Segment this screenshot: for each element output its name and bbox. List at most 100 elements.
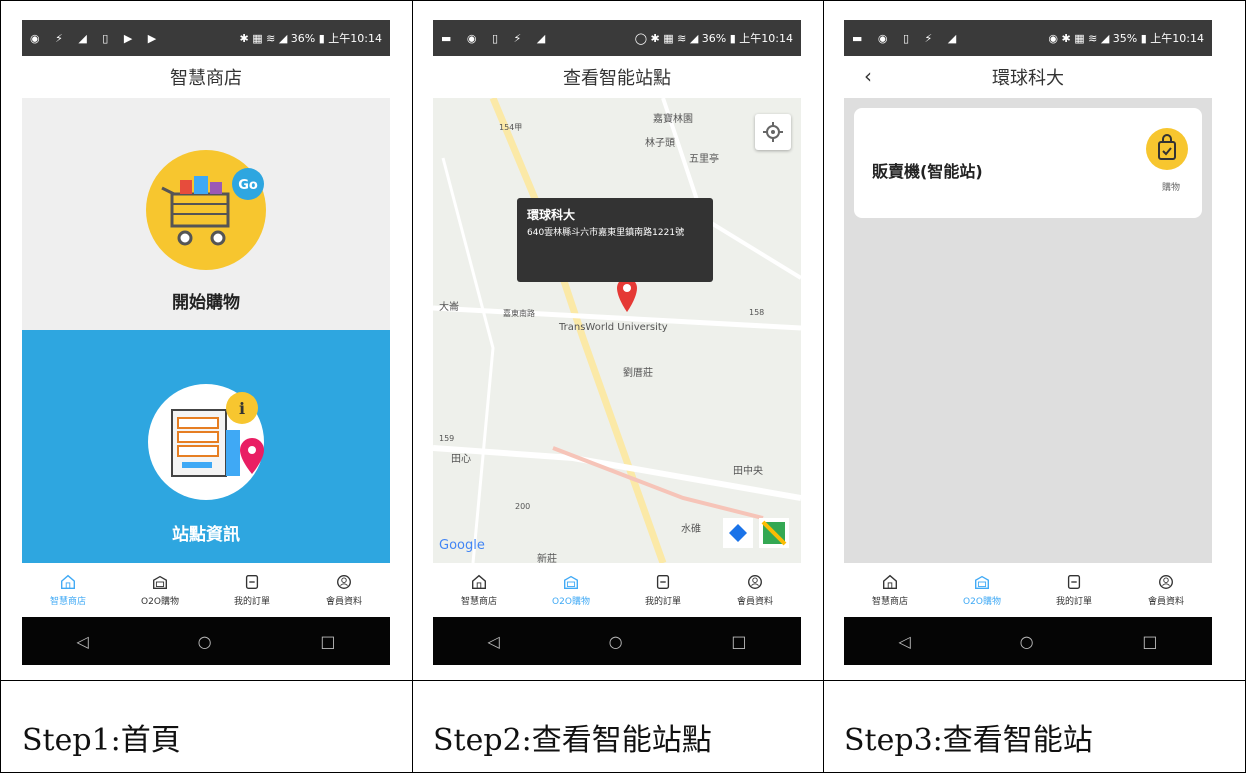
tab-label: 會員資料 xyxy=(325,597,362,607)
map-label: 嘉東南路 xyxy=(503,309,535,318)
card-title: 販賣機(智能站) xyxy=(872,162,983,181)
table-divider-1 xyxy=(412,0,413,773)
user-icon xyxy=(337,575,351,589)
home-nav-button[interactable]: ○ xyxy=(1020,632,1034,651)
order-icon xyxy=(245,575,259,589)
home-nav-button[interactable]: ○ xyxy=(198,632,212,651)
order-icon xyxy=(656,575,670,589)
step2-cell: ▬ ◉ ▯ ⚡ ◢ ◯ ✱ ▦ ≋ ◢ 36% ▮ 上午10:14 查看智能站點 xyxy=(423,0,823,758)
go-badge: Go xyxy=(238,178,258,193)
step2-caption: Step2:查看智能站點 xyxy=(433,723,712,758)
map-label: 五里亭 xyxy=(689,154,719,165)
recents-nav-button[interactable]: □ xyxy=(731,632,746,651)
my-location-button[interactable] xyxy=(755,114,791,150)
tab-smart-store[interactable]: 智慧商店 xyxy=(433,563,525,617)
status-icons-left: ▬ ◉ ▯ ⚡ ◢ xyxy=(441,31,552,45)
tab-label: 我的訂單 xyxy=(1055,597,1092,607)
map-view[interactable]: 嘉寶林園 林子頭 五里亭 大崙 嘉東南路 TransWorld Universi… xyxy=(433,98,801,563)
home-icon xyxy=(472,574,486,589)
tab-label: O2O購物 xyxy=(963,597,1001,607)
road-label: 154甲 xyxy=(499,123,523,132)
map-label: 田心 xyxy=(451,454,471,465)
page-title: 智慧商店 xyxy=(22,56,390,98)
status-icons-left: ▬ ◉ ▯ ⚡ ◢ xyxy=(852,31,963,45)
step1-caption: Step1:首頁 xyxy=(22,723,181,758)
tab-smart-store[interactable]: 智慧商店 xyxy=(22,563,114,617)
start-shopping-panel[interactable]: Go 開始購物 xyxy=(22,98,390,330)
map-label: 田中央 xyxy=(733,466,763,477)
tab-label: 我的訂單 xyxy=(644,597,681,607)
map-label: 新莊 xyxy=(537,554,557,563)
tab-label: 智慧商店 xyxy=(871,597,908,607)
location-info-popup[interactable]: 環球科大 640雲林縣斗六市嘉東里鎮南路1221號 xyxy=(517,198,713,282)
tab-label: 智慧商店 xyxy=(460,597,497,607)
status-icons-right: ✱ ▦ ≋ ◢ 36% ▮ 上午10:14 xyxy=(239,32,382,45)
table-row-divider xyxy=(0,680,1246,681)
status-bar: ◉ ⚡ ◢ ▯ ▶ ▶ ✱ ▦ ≋ ◢ 36% ▮ 上午10:14 xyxy=(22,20,390,56)
phone-screen-map: ▬ ◉ ▯ ⚡ ◢ ◯ ✱ ▦ ≋ ◢ 36% ▮ 上午10:14 查看智能站點 xyxy=(433,20,801,665)
tab-label: O2O購物 xyxy=(552,597,590,607)
back-button[interactable]: ‹ xyxy=(864,64,872,88)
buy-label: 購物 xyxy=(1161,183,1180,193)
tab-my-orders[interactable]: 我的訂單 xyxy=(206,563,298,617)
step3-caption: Step3:查看智能站 xyxy=(844,723,1093,758)
tab-smart-store[interactable]: 智慧商店 xyxy=(844,563,936,617)
status-bar: ▬ ◉ ▯ ⚡ ◢ ◉ ✱ ▦ ≋ ◢ 35% ▮ 上午10:14 xyxy=(844,20,1212,56)
back-nav-button[interactable]: ◁ xyxy=(898,632,910,651)
recents-nav-button[interactable]: □ xyxy=(320,632,335,651)
android-nav-bar: ◁ ○ □ xyxy=(22,617,390,665)
home-content: Go 開始購物 i 站點資訊 xyxy=(22,98,390,563)
recents-nav-button[interactable]: □ xyxy=(1142,632,1157,651)
popup-address: 640雲林縣斗六市嘉東里鎮南路1221號 xyxy=(527,228,685,238)
map-label: 嘉寶林園 xyxy=(653,114,693,125)
tab-my-orders[interactable]: 我的訂單 xyxy=(1028,563,1120,617)
tab-o2o-shopping[interactable]: O2O購物 xyxy=(936,563,1028,617)
step1-cell: ◉ ⚡ ◢ ▯ ▶ ▶ ✱ ▦ ≋ ◢ 36% ▮ 上午10:14 智慧商店 G… xyxy=(12,0,412,758)
bottom-tab-bar: 智慧商店 O2O購物 我的訂單 會員資料 xyxy=(22,563,390,617)
station-background: 販賣機(智能站) 購物 xyxy=(844,98,1212,563)
status-icons-left: ◉ ⚡ ◢ ▯ ▶ ▶ xyxy=(30,31,163,45)
page-title-text: 環球科大 xyxy=(992,68,1064,89)
tab-member-info[interactable]: 會員資料 xyxy=(298,563,390,617)
table-border-left xyxy=(0,0,1,773)
back-nav-button[interactable]: ◁ xyxy=(487,632,499,651)
tab-my-orders[interactable]: 我的訂單 xyxy=(617,563,709,617)
map-label: 劉厝莊 xyxy=(623,368,653,379)
location-pin xyxy=(617,278,637,312)
road-label: 158 xyxy=(749,308,765,317)
road-label: 200 xyxy=(515,502,531,511)
tab-label: O2O購物 xyxy=(141,597,179,607)
map-canvas[interactable]: 嘉寶林園 林子頭 五里亭 大崙 嘉東南路 TransWorld Universi… xyxy=(433,98,801,563)
buy-button[interactable] xyxy=(1146,128,1188,170)
tab-member-info[interactable]: 會員資料 xyxy=(1120,563,1212,617)
start-shopping-label: 開始購物 xyxy=(172,293,240,313)
android-nav-bar: ◁ ○ □ xyxy=(433,617,801,665)
store-icon xyxy=(564,575,578,589)
tab-label: 我的訂單 xyxy=(233,597,270,607)
shopping-bag-icon xyxy=(1158,134,1176,160)
tab-member-info[interactable]: 會員資料 xyxy=(709,563,801,617)
status-icons-right: ◉ ✱ ▦ ≋ ◢ 35% ▮ 上午10:14 xyxy=(1048,32,1204,45)
station-content: 販賣機(智能站) 購物 xyxy=(844,98,1212,563)
tab-o2o-shopping[interactable]: O2O購物 xyxy=(114,563,206,617)
map-label: TransWorld University xyxy=(559,322,668,333)
step3-cell: ▬ ◉ ▯ ⚡ ◢ ◉ ✱ ▦ ≋ ◢ 35% ▮ 上午10:14 ‹ 環球科大… xyxy=(834,0,1245,758)
tab-o2o-shopping[interactable]: O2O購物 xyxy=(525,563,617,617)
google-logo: Google xyxy=(439,538,485,553)
page-title-text: 查看智能站點 xyxy=(563,68,671,89)
phone-screen-station: ▬ ◉ ▯ ⚡ ◢ ◉ ✱ ▦ ≋ ◢ 35% ▮ 上午10:14 ‹ 環球科大… xyxy=(844,20,1212,665)
android-nav-bar: ◁ ○ □ xyxy=(844,617,1212,665)
back-nav-button[interactable]: ◁ xyxy=(76,632,88,651)
home-icon xyxy=(61,574,75,589)
station-info-label: 站點資訊 xyxy=(172,525,240,545)
page-title: 查看智能站點 xyxy=(433,56,801,98)
info-badge: i xyxy=(239,399,245,418)
phone-screen-home: ◉ ⚡ ◢ ▯ ▶ ▶ ✱ ▦ ≋ ◢ 36% ▮ 上午10:14 智慧商店 G… xyxy=(22,20,390,665)
station-info-panel[interactable]: i 站點資訊 xyxy=(22,330,390,563)
home-nav-button[interactable]: ○ xyxy=(609,632,623,651)
map-label: 水碓 xyxy=(681,524,701,535)
user-icon xyxy=(1159,575,1173,589)
home-icon xyxy=(883,574,897,589)
tab-label: 智慧商店 xyxy=(49,597,86,607)
vending-machine-card[interactable]: 販賣機(智能站) 購物 xyxy=(854,108,1202,218)
